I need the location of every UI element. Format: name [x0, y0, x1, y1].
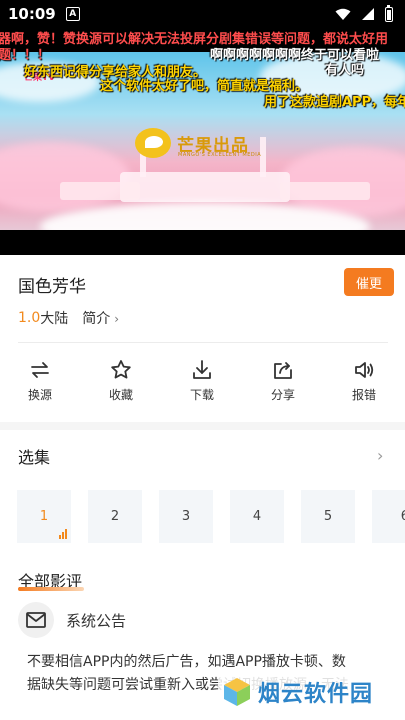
notice-title: 系统公告 — [66, 612, 127, 630]
episode-item[interactable]: 3 — [159, 490, 213, 543]
status-time: 10:09 — [8, 5, 56, 23]
share-icon — [274, 362, 292, 379]
mango-logo-icon — [135, 128, 171, 158]
intro-label: 简介 — [82, 311, 111, 327]
wifi-icon — [335, 8, 351, 20]
speaker-icon — [355, 362, 374, 378]
section-divider — [0, 422, 405, 430]
share-button[interactable]: 分享 — [258, 358, 308, 403]
urge-update-button[interactable]: 催更 — [344, 268, 394, 296]
notification-icon: A — [65, 7, 80, 21]
reviews-heading-underline — [18, 587, 84, 591]
show-rating: 1.0 — [18, 310, 41, 326]
cube-logo-icon — [224, 678, 250, 706]
show-region: 大陆 — [40, 311, 69, 327]
signal-icon — [362, 8, 374, 20]
playing-indicator-icon — [59, 529, 67, 539]
star-icon — [111, 360, 131, 379]
episode-item[interactable]: 1 — [17, 490, 71, 543]
favorite-button[interactable]: 收藏 — [96, 358, 146, 403]
notice-avatar — [18, 602, 54, 638]
episodes-more-chevron-icon[interactable]: › — [377, 446, 383, 465]
episode-item[interactable]: 5 — [301, 490, 355, 543]
switch-source-icon — [31, 362, 49, 378]
intro-link[interactable]: 简介 › — [82, 308, 119, 328]
status-bar: 10:09 A — [0, 0, 405, 28]
show-title: 国色芳华 — [18, 277, 86, 297]
watermark-text: 烟云软件园 — [258, 682, 374, 707]
episode-item[interactable]: 6 — [372, 490, 405, 543]
action-bar: 换源 收藏 下载 分享 报错 — [0, 358, 405, 408]
site-watermark: 烟云软件园 — [218, 676, 378, 708]
divider — [18, 342, 388, 343]
mail-icon — [26, 612, 46, 628]
switch-source-button[interactable]: 换源 — [15, 358, 65, 403]
danmu-comment: 用了这款追剧APP，每年 — [264, 95, 405, 110]
mango-logo-subtext: MANGO'S EXCELLENT MEDIA — [178, 152, 262, 158]
battery-icon — [385, 4, 393, 22]
status-icons — [335, 4, 393, 22]
download-icon — [193, 360, 211, 379]
episode-item[interactable]: 2 — [88, 490, 142, 543]
danmu-comment: 有人吗 — [325, 63, 365, 78]
download-button[interactable]: 下载 — [177, 358, 227, 403]
video-player[interactable]: 芒果TV 芒果出品 MANGO'S EXCELLENT MEDIA 器啊，赞！赞… — [0, 28, 405, 255]
report-error-button[interactable]: 报错 — [339, 358, 389, 403]
show-meta: 1.0 大陆 简介 › — [18, 308, 119, 328]
episode-item[interactable]: 4 — [230, 490, 284, 543]
episodes-heading: 选集 — [18, 448, 51, 467]
chevron-right-icon: › — [114, 312, 120, 326]
